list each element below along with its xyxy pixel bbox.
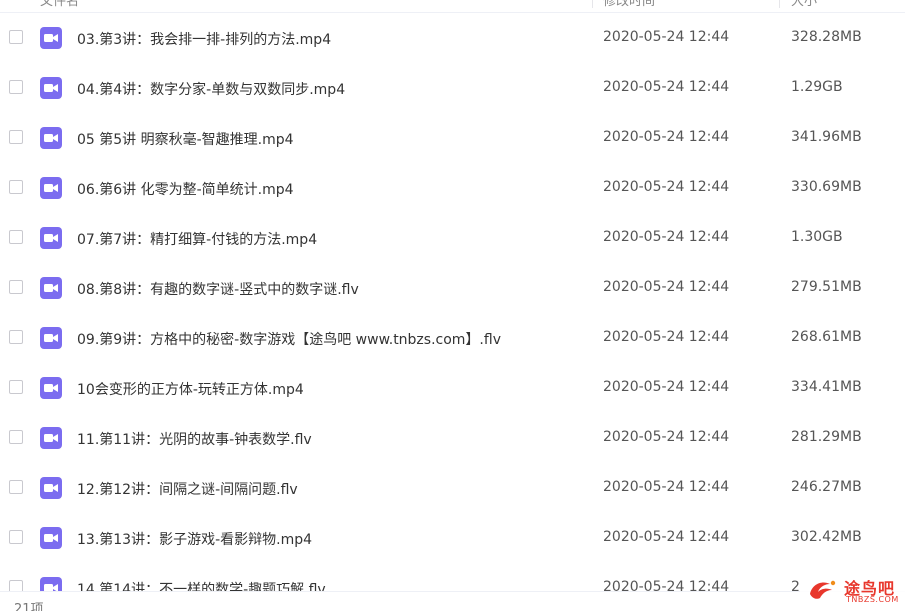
file-name[interactable]: 08.第8讲：有趣的数字谜-竖式中的数字谜.flv xyxy=(77,279,359,299)
file-size: 279.51MB xyxy=(791,279,862,295)
video-camera-icon xyxy=(40,427,62,449)
row-checkbox[interactable] xyxy=(9,430,23,444)
file-name[interactable]: 13.第13讲：影子游戏-看影辩物.mp4 xyxy=(77,529,312,549)
file-row[interactable]: 04.第4讲：数字分家-单数与双数同步.mp4 2020-05-24 12:44… xyxy=(0,63,905,113)
row-checkbox[interactable] xyxy=(9,330,23,344)
file-list: 03.第3讲：我会排一排-排列的方法.mp4 2020-05-24 12:44 … xyxy=(0,13,905,611)
file-name[interactable]: 06.第6讲 化零为整-简单统计.mp4 xyxy=(77,179,294,199)
column-header-time[interactable]: 修改时间 xyxy=(603,0,655,9)
video-camera-icon xyxy=(40,277,62,299)
file-row[interactable]: 08.第8讲：有趣的数字谜-竖式中的数字谜.flv 2020-05-24 12:… xyxy=(0,263,905,313)
file-modified-time: 2020-05-24 12:44 xyxy=(603,179,730,195)
column-divider[interactable] xyxy=(592,0,593,8)
file-size: 1.29GB xyxy=(791,79,843,95)
row-checkbox[interactable] xyxy=(9,380,23,394)
file-name[interactable]: 07.第7讲：精打细算-付钱的方法.mp4 xyxy=(77,229,317,249)
video-camera-icon xyxy=(40,127,62,149)
video-camera-icon xyxy=(40,377,62,399)
file-size: 341.96MB xyxy=(791,129,862,145)
row-checkbox[interactable] xyxy=(9,30,23,44)
file-modified-time: 2020-05-24 12:44 xyxy=(603,329,730,345)
column-header-size[interactable]: 大小 xyxy=(791,0,817,9)
file-name[interactable]: 12.第12讲：间隔之谜-间隔问题.flv xyxy=(77,479,298,499)
file-modified-time: 2020-05-24 12:44 xyxy=(603,29,730,45)
column-divider[interactable] xyxy=(779,0,780,8)
file-row[interactable]: 11.第11讲：光阴的故事-钟表数学.flv 2020-05-24 12:44 … xyxy=(0,413,905,463)
file-size: 1.30GB xyxy=(791,229,843,245)
video-camera-icon xyxy=(40,177,62,199)
file-modified-time: 2020-05-24 12:44 xyxy=(603,529,730,545)
file-row[interactable]: 07.第7讲：精打细算-付钱的方法.mp4 2020-05-24 12:44 1… xyxy=(0,213,905,263)
item-count: 21项 xyxy=(14,602,44,611)
column-header-name[interactable]: 文件名 xyxy=(40,0,79,9)
file-name[interactable]: 03.第3讲：我会排一排-排列的方法.mp4 xyxy=(77,29,331,49)
list-header: 文件名 修改时间 大小 xyxy=(0,0,905,13)
file-size: 328.28MB xyxy=(791,29,862,45)
file-row[interactable]: 09.第9讲：方格中的秘密-数字游戏【途鸟吧 www.tnbzs.com】.fl… xyxy=(0,313,905,363)
video-camera-icon xyxy=(40,477,62,499)
file-modified-time: 2020-05-24 12:44 xyxy=(603,229,730,245)
row-checkbox[interactable] xyxy=(9,80,23,94)
watermark: 途鸟吧 TNBZS.COM xyxy=(800,572,905,608)
file-name[interactable]: 10会变形的正方体-玩转正方体.mp4 xyxy=(77,379,304,399)
file-row[interactable]: 06.第6讲 化零为整-简单统计.mp4 2020-05-24 12:44 33… xyxy=(0,163,905,213)
file-size: 334.41MB xyxy=(791,379,862,395)
row-checkbox[interactable] xyxy=(9,230,23,244)
file-row[interactable]: 13.第13讲：影子游戏-看影辩物.mp4 2020-05-24 12:44 3… xyxy=(0,513,905,563)
file-size: 302.42MB xyxy=(791,529,862,545)
video-camera-icon xyxy=(40,327,62,349)
row-checkbox[interactable] xyxy=(9,530,23,544)
bird-logo-icon xyxy=(806,576,840,608)
file-modified-time: 2020-05-24 12:44 xyxy=(603,279,730,295)
row-checkbox[interactable] xyxy=(9,180,23,194)
file-name[interactable]: 04.第4讲：数字分家-单数与双数同步.mp4 xyxy=(77,79,345,99)
file-modified-time: 2020-05-24 12:44 xyxy=(603,429,730,445)
watermark-domain: TNBZS.COM xyxy=(846,595,899,604)
file-name[interactable]: 05 第5讲 明察秋毫-智趣推理.mp4 xyxy=(77,129,294,149)
file-size: 246.27MB xyxy=(791,479,862,495)
row-checkbox[interactable] xyxy=(9,130,23,144)
video-camera-icon xyxy=(40,227,62,249)
status-bar: 21项 xyxy=(0,591,905,611)
file-list-page: 文件名 修改时间 大小 03.第3讲：我会排一排-排列的方法.mp4 2020-… xyxy=(0,0,905,611)
file-size: 268.61MB xyxy=(791,329,862,345)
file-modified-time: 2020-05-24 12:44 xyxy=(603,379,730,395)
video-camera-icon xyxy=(40,27,62,49)
file-name[interactable]: 11.第11讲：光阴的故事-钟表数学.flv xyxy=(77,429,312,449)
video-camera-icon xyxy=(40,77,62,99)
video-camera-icon xyxy=(40,527,62,549)
file-name[interactable]: 09.第9讲：方格中的秘密-数字游戏【途鸟吧 www.tnbzs.com】.fl… xyxy=(77,329,501,349)
file-modified-time: 2020-05-24 12:44 xyxy=(603,129,730,145)
file-modified-time: 2020-05-24 12:44 xyxy=(603,479,730,495)
file-row[interactable]: 12.第12讲：间隔之谜-间隔问题.flv 2020-05-24 12:44 2… xyxy=(0,463,905,513)
file-row[interactable]: 03.第3讲：我会排一排-排列的方法.mp4 2020-05-24 12:44 … xyxy=(0,13,905,63)
file-modified-time: 2020-05-24 12:44 xyxy=(603,79,730,95)
row-checkbox[interactable] xyxy=(9,280,23,294)
file-size: 330.69MB xyxy=(791,179,862,195)
file-row[interactable]: 10会变形的正方体-玩转正方体.mp4 2020-05-24 12:44 334… xyxy=(0,363,905,413)
file-size: 281.29MB xyxy=(791,429,862,445)
row-checkbox[interactable] xyxy=(9,480,23,494)
file-row[interactable]: 05 第5讲 明察秋毫-智趣推理.mp4 2020-05-24 12:44 34… xyxy=(0,113,905,163)
